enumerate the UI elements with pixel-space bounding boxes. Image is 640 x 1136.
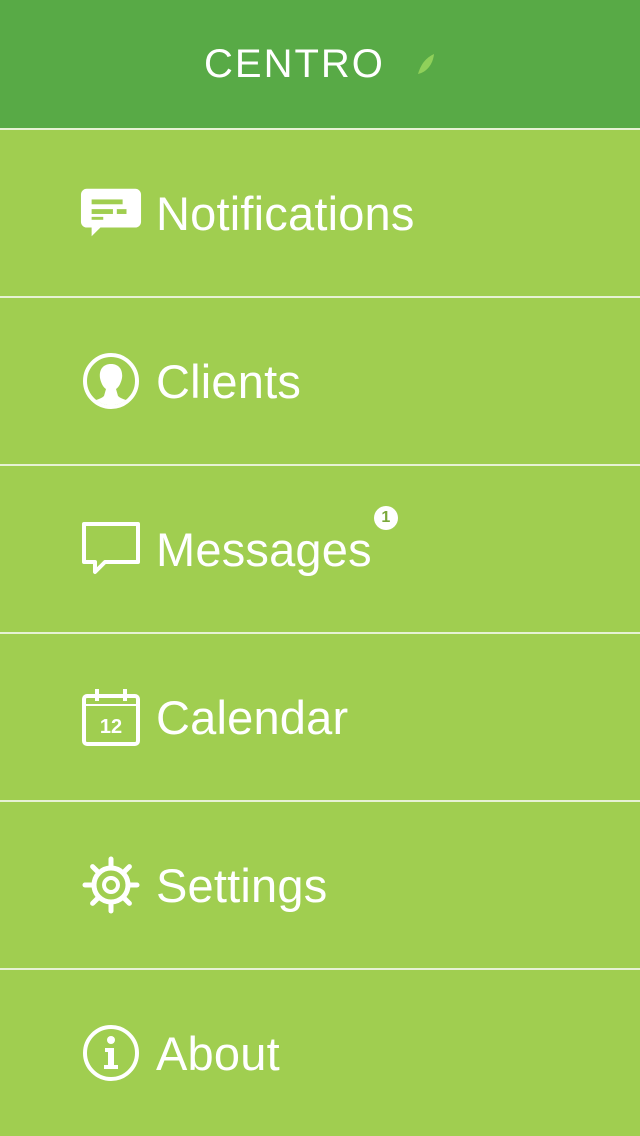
messages-label-wrap: Messages 1 <box>156 505 398 576</box>
menu-item-messages[interactable]: Messages 1 <box>0 466 640 634</box>
info-icon <box>80 1022 142 1084</box>
menu-label-settings: Settings <box>156 858 328 912</box>
menu-label-messages: Messages <box>156 522 372 576</box>
menu-label-about: About <box>156 1026 280 1080</box>
app-header: CENTRO <box>0 0 640 130</box>
unread-count-badge: 1 <box>373 505 398 530</box>
menu-label-notifications: Notifications <box>156 186 415 240</box>
calendar-day-text: 12 <box>100 716 122 738</box>
menu-item-notifications[interactable]: Notifications <box>0 130 640 298</box>
menu-label-calendar: Calendar <box>156 690 349 744</box>
menu-item-about[interactable]: About <box>0 970 640 1136</box>
notification-card-icon <box>80 182 142 244</box>
main-menu: Notifications Clients Messages 1 12 Cale… <box>0 130 640 1136</box>
app-screen: CENTRO Notifications Clients Messages 1 … <box>0 0 640 1136</box>
menu-item-calendar[interactable]: 12 Calendar <box>0 634 640 802</box>
logo-text: CENTRO <box>204 44 385 84</box>
person-circle-icon <box>80 350 142 412</box>
menu-label-clients: Clients <box>156 354 302 408</box>
centro-logo: CENTRO <box>204 44 434 84</box>
speech-bubble-icon <box>80 518 142 580</box>
gear-icon <box>80 854 142 916</box>
menu-item-clients[interactable]: Clients <box>0 298 640 466</box>
menu-item-settings[interactable]: Settings <box>0 802 640 970</box>
calendar-icon: 12 <box>80 686 142 748</box>
leaf-icon <box>418 54 434 74</box>
